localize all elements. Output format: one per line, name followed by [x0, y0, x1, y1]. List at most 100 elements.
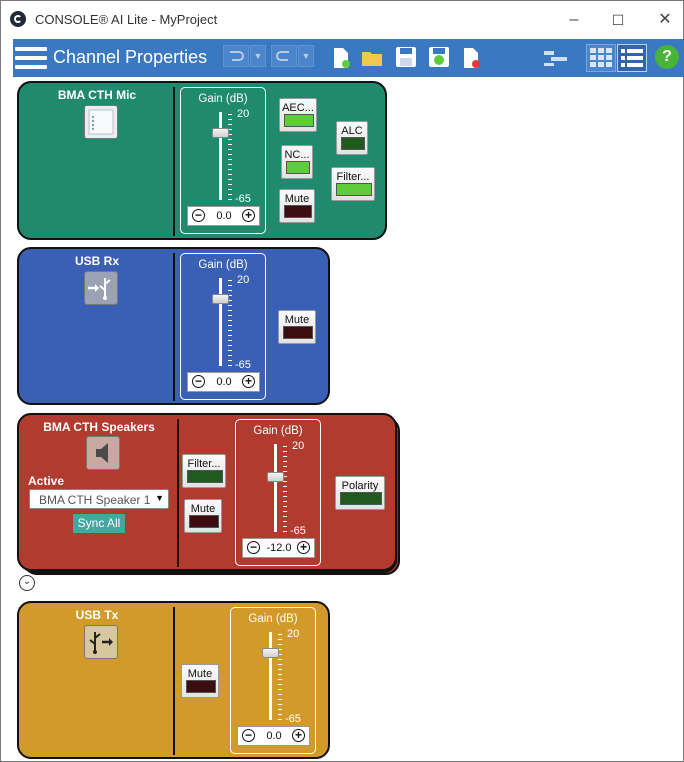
gain-min-label: -65: [235, 359, 251, 371]
filter-led: [187, 470, 223, 483]
undo-dropdown-icon[interactable]: ▼: [250, 45, 266, 67]
mute-label: Mute: [187, 668, 213, 680]
toolbar-title: Channel Properties: [53, 47, 208, 67]
filter-button[interactable]: Filter...: [331, 167, 375, 201]
channel-name: BMA CTH Speakers: [43, 420, 155, 434]
maximize-button[interactable]: ☐: [607, 9, 629, 31]
nc-button[interactable]: NC...: [281, 145, 313, 179]
gain-value-field[interactable]: − 0.0 +: [187, 372, 260, 392]
list-view-icon[interactable]: [617, 44, 647, 72]
increase-gain-icon[interactable]: +: [242, 209, 255, 222]
gain-slider-thumb[interactable]: [267, 472, 284, 483]
app-logo-icon: [10, 11, 26, 27]
mute-led: [186, 680, 216, 693]
channel-name: USB Tx: [75, 608, 119, 622]
gain-slider-track[interactable]: [219, 112, 222, 200]
gain-min-label: -65: [290, 525, 306, 537]
alc-button[interactable]: ALC: [336, 121, 368, 155]
app-window: CONSOLE® AI Lite - MyProject – ☐ ✕ Chann…: [0, 0, 684, 762]
mute-button[interactable]: Mute: [278, 310, 316, 344]
gain-value: -12.0: [266, 542, 292, 554]
nc-led: [286, 161, 310, 174]
mute-button[interactable]: Mute: [181, 664, 219, 698]
gain-slider-thumb[interactable]: [212, 293, 229, 304]
decrease-gain-icon[interactable]: −: [242, 729, 255, 742]
gain-slider-thumb[interactable]: [212, 127, 229, 138]
aec-label: AEC...: [282, 102, 314, 114]
usb-input-icon[interactable]: [84, 271, 118, 305]
gain-value-field[interactable]: − 0.0 +: [237, 726, 310, 746]
gain-max-label: 20: [237, 108, 250, 120]
filter-button[interactable]: Filter...: [182, 454, 226, 488]
active-speaker-value: BMA CTH Speaker 1: [39, 493, 151, 507]
channel-name: USB Rx: [74, 254, 119, 268]
gain-control: Gain (dB) 20 -65 − -12.0 +: [235, 419, 321, 566]
gain-slider-track[interactable]: [269, 632, 272, 720]
aec-button[interactable]: AEC...: [279, 98, 317, 132]
save-icon[interactable]: [395, 46, 417, 72]
gain-slider-track[interactable]: [274, 444, 277, 532]
gain-max-label: 20: [292, 440, 305, 452]
close-file-icon[interactable]: [463, 47, 481, 73]
speaker-icon[interactable]: [86, 436, 120, 470]
mute-label: Mute: [284, 314, 310, 326]
aec-led: [284, 114, 314, 127]
channel-panel-usb-tx: USB Tx Mute Gain (dB) 20 -65 − 0.0 +: [17, 601, 330, 759]
gain-scale-ticks: [228, 114, 232, 200]
window-title: CONSOLE® AI Lite - MyProject: [35, 12, 218, 27]
usb-output-icon[interactable]: [84, 625, 118, 659]
gain-value: 0.0: [216, 376, 232, 388]
mute-label: Mute: [190, 503, 216, 515]
gain-slider-track[interactable]: [219, 278, 222, 366]
grid-view-icon[interactable]: [586, 44, 616, 72]
gain-value-field[interactable]: − 0.0 +: [187, 206, 260, 226]
minimize-button[interactable]: –: [563, 9, 585, 31]
active-speaker-select[interactable]: BMA CTH Speaker 1 ▼: [29, 489, 169, 509]
panel-divider: [173, 87, 175, 236]
gain-control: Gain (dB) 20 -65 − 0.0 +: [230, 607, 316, 754]
polarity-button[interactable]: Polarity: [335, 476, 385, 510]
polarity-led: [340, 492, 382, 505]
gain-max-label: 20: [287, 628, 300, 640]
filter-label: Filter...: [336, 171, 370, 183]
filter-led: [336, 183, 372, 196]
increase-gain-icon[interactable]: +: [242, 375, 255, 388]
close-button[interactable]: ✕: [654, 9, 676, 31]
layout-icon[interactable]: [543, 49, 569, 75]
panel-divider: [173, 253, 175, 401]
active-label: Active: [28, 474, 65, 488]
redo-button[interactable]: [271, 45, 297, 67]
channel-panel-usb-rx: USB Rx Gain (dB) 20 -65 − 0.0 + Mute: [17, 247, 330, 405]
panel-divider: [173, 607, 175, 755]
gain-value-field[interactable]: − -12.0 +: [242, 538, 315, 558]
panel-divider: [177, 419, 179, 567]
new-file-icon[interactable]: [333, 47, 351, 73]
decrease-gain-icon[interactable]: −: [247, 541, 260, 554]
toolbar: Channel Properties ▼ ▼ ?: [13, 39, 684, 77]
menu-icon[interactable]: [15, 44, 47, 72]
increase-gain-icon[interactable]: +: [297, 541, 310, 554]
mic-array-icon[interactable]: [84, 105, 118, 139]
mute-button[interactable]: Mute: [184, 499, 222, 533]
expand-chevron-icon[interactable]: ⌄: [19, 575, 35, 591]
gain-scale-ticks: [283, 446, 287, 532]
increase-gain-icon[interactable]: +: [292, 729, 305, 742]
mute-led: [189, 515, 219, 528]
decrease-gain-icon[interactable]: −: [192, 209, 205, 222]
decrease-gain-icon[interactable]: −: [192, 375, 205, 388]
gain-label: Gain (dB): [248, 613, 298, 625]
gain-label: Gain (dB): [253, 425, 303, 437]
help-icon[interactable]: ?: [655, 45, 679, 69]
save-as-icon[interactable]: [428, 46, 450, 72]
gain-slider-thumb[interactable]: [262, 647, 279, 658]
open-folder-icon[interactable]: [361, 48, 385, 74]
mute-button[interactable]: Mute: [279, 189, 315, 223]
gain-value: 0.0: [266, 730, 282, 742]
undo-button[interactable]: [223, 45, 249, 67]
sync-all-button[interactable]: Sync All: [73, 514, 125, 533]
title-bar: CONSOLE® AI Lite - MyProject – ☐ ✕: [1, 1, 683, 39]
mute-label: Mute: [284, 193, 310, 205]
gain-max-label: 20: [237, 274, 250, 286]
redo-dropdown-icon[interactable]: ▼: [298, 45, 314, 67]
gain-scale-ticks: [228, 280, 232, 366]
